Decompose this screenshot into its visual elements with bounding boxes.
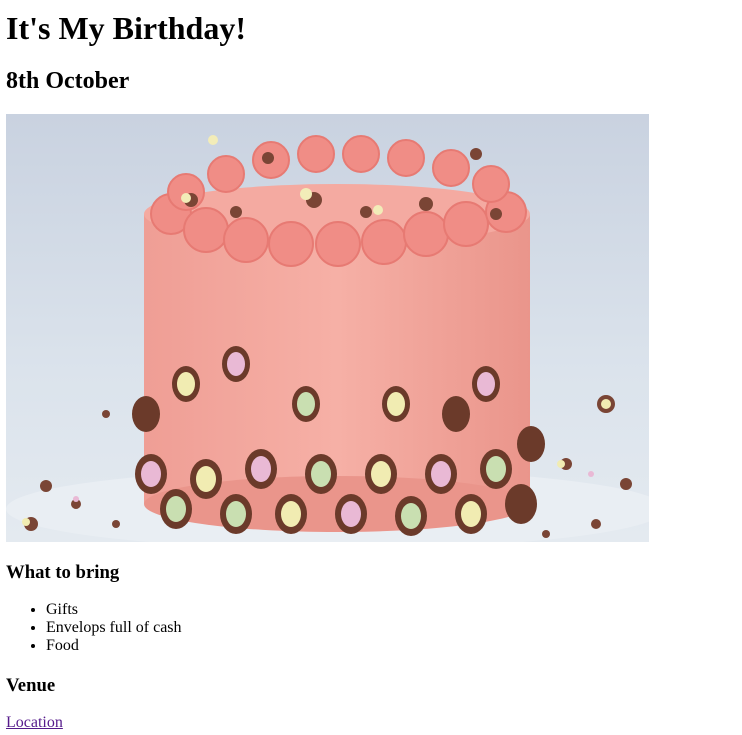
list-item: Envelops full of cash bbox=[46, 619, 182, 637]
page: It's My Birthday! 8th October What to br… bbox=[0, 0, 742, 735]
bring-list: Gifts Envelops full of cash Food bbox=[6, 601, 182, 655]
event-date: 8th October bbox=[6, 68, 130, 94]
venue-heading: Venue bbox=[6, 675, 56, 696]
list-item: Gifts bbox=[46, 601, 182, 619]
list-item: Food bbox=[46, 637, 182, 655]
birthday-cake-image bbox=[6, 114, 649, 542]
page-title: It's My Birthday! bbox=[6, 10, 246, 46]
what-to-bring-heading: What to bring bbox=[6, 562, 120, 583]
location-link[interactable]: Location bbox=[6, 714, 63, 732]
